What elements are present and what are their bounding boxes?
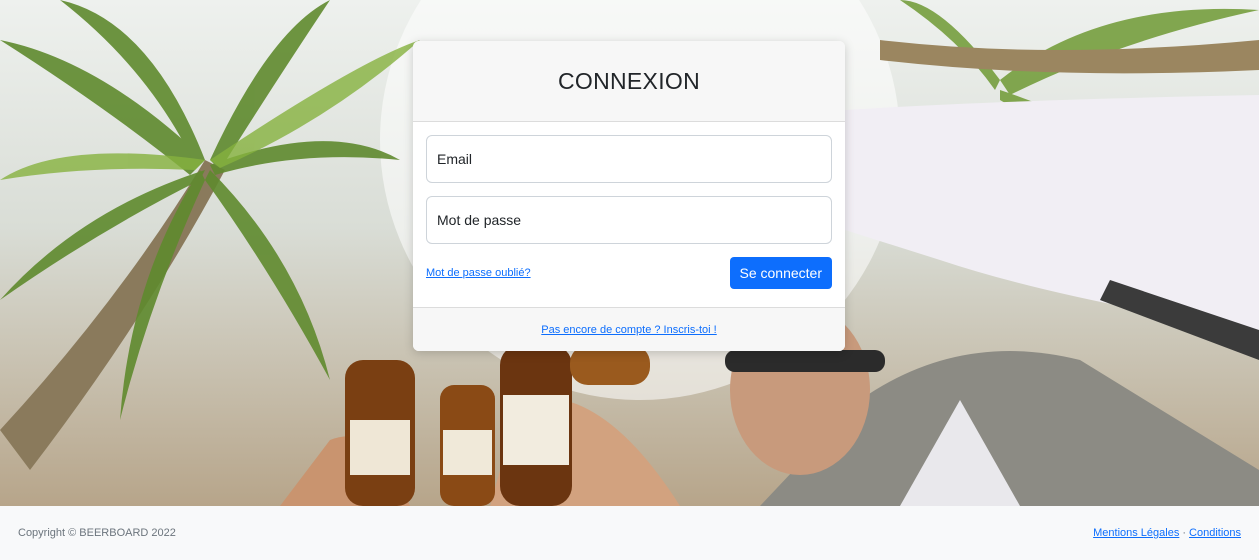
login-button[interactable]: Se connecter: [729, 257, 832, 289]
footer-separator: ·: [1182, 527, 1187, 539]
copyright-text: Copyright © BEERBOARD 2022: [18, 527, 176, 539]
login-form: Mot de passe oublié? Se connecter: [413, 122, 845, 289]
terms-link[interactable]: Conditions: [1189, 527, 1241, 539]
signup-link[interactable]: Pas encore de compte ? Inscris-toi !: [541, 324, 716, 336]
login-card: CONNEXION Mot de passe oublié? Se connec…: [413, 41, 845, 351]
email-field[interactable]: [426, 135, 832, 183]
footer-links: Mentions Légales · Conditions: [1093, 527, 1241, 539]
page-footer: Copyright © BEERBOARD 2022 Mentions Léga…: [0, 506, 1259, 560]
login-page: CONNEXION Mot de passe oublié? Se connec…: [0, 0, 1259, 560]
form-actions: Mot de passe oublié? Se connecter: [426, 257, 832, 289]
login-card-header: CONNEXION: [413, 41, 845, 122]
forgot-password-link[interactable]: Mot de passe oublié?: [426, 267, 531, 279]
password-field[interactable]: [426, 196, 832, 244]
login-card-footer: Pas encore de compte ? Inscris-toi !: [413, 307, 845, 351]
login-title: CONNEXION: [558, 67, 700, 94]
legal-notice-link[interactable]: Mentions Légales: [1093, 527, 1179, 539]
